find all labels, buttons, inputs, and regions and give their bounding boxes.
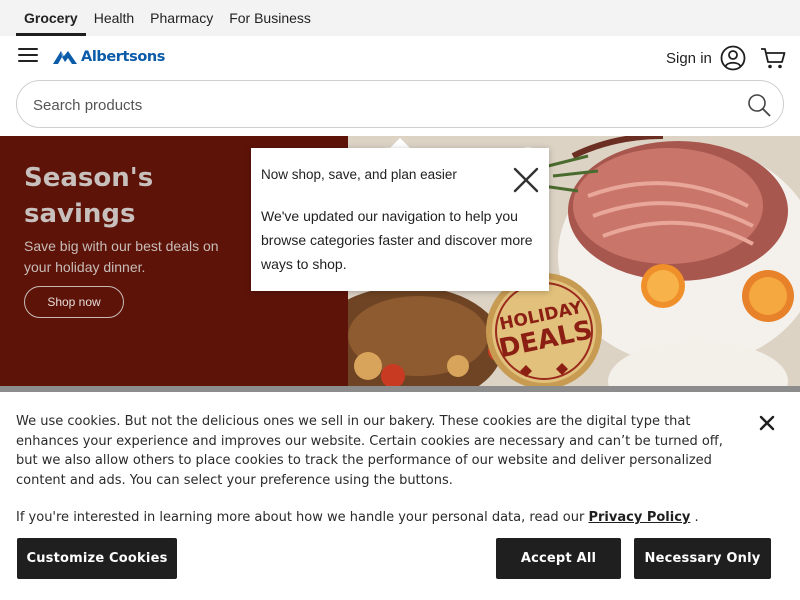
search-icon[interactable]: [747, 93, 771, 117]
site-header: Albertsons Sign in: [0, 36, 800, 76]
cookie-banner: We use cookies. But not the delicious on…: [0, 392, 800, 600]
privacy-policy-link[interactable]: Privacy Policy: [588, 510, 690, 525]
cookie-message: We use cookies. But not the delicious on…: [16, 414, 723, 488]
cookie-policy-line: If you're interested in learning more ab…: [16, 510, 776, 525]
hero-subtitle: Save big with our best deals on your hol…: [24, 238, 219, 275]
tooltip-title: Now shop, save, and plan easier: [261, 167, 457, 182]
close-icon[interactable]: [513, 167, 539, 193]
tab-pharmacy[interactable]: Pharmacy: [142, 0, 221, 36]
tab-grocery[interactable]: Grocery: [16, 0, 86, 36]
hamburger-icon[interactable]: [18, 47, 38, 63]
hero-title: Season's savings: [24, 163, 154, 229]
sign-in-label: Sign in: [666, 49, 712, 67]
cart-icon[interactable]: [760, 46, 786, 70]
necessary-only-button[interactable]: Necessary Only: [634, 538, 771, 579]
albertsons-logo[interactable]: Albertsons: [52, 47, 165, 67]
close-icon[interactable]: [759, 415, 775, 431]
policy-suffix: .: [694, 510, 699, 525]
logo-text: Albertsons: [81, 49, 166, 65]
user-icon: [720, 45, 746, 71]
customize-cookies-button[interactable]: Customize Cookies: [17, 538, 177, 579]
shop-now-button[interactable]: Shop now: [24, 286, 124, 318]
tab-health[interactable]: Health: [86, 0, 142, 36]
policy-prefix: If you're interested in learning more ab…: [16, 510, 585, 525]
albertsons-logo-icon: [53, 51, 77, 64]
sign-in-button[interactable]: Sign in: [666, 45, 746, 71]
top-nav: Grocery Health Pharmacy For Business: [0, 0, 800, 36]
tooltip-body: We've updated our navigation to help you…: [261, 208, 533, 272]
search-input[interactable]: [33, 93, 723, 117]
search-bar: [16, 80, 784, 128]
navigation-tooltip: Now shop, save, and plan easier We've up…: [251, 148, 549, 291]
tab-for-business[interactable]: For Business: [221, 0, 319, 36]
accept-all-button[interactable]: Accept All: [496, 538, 621, 579]
